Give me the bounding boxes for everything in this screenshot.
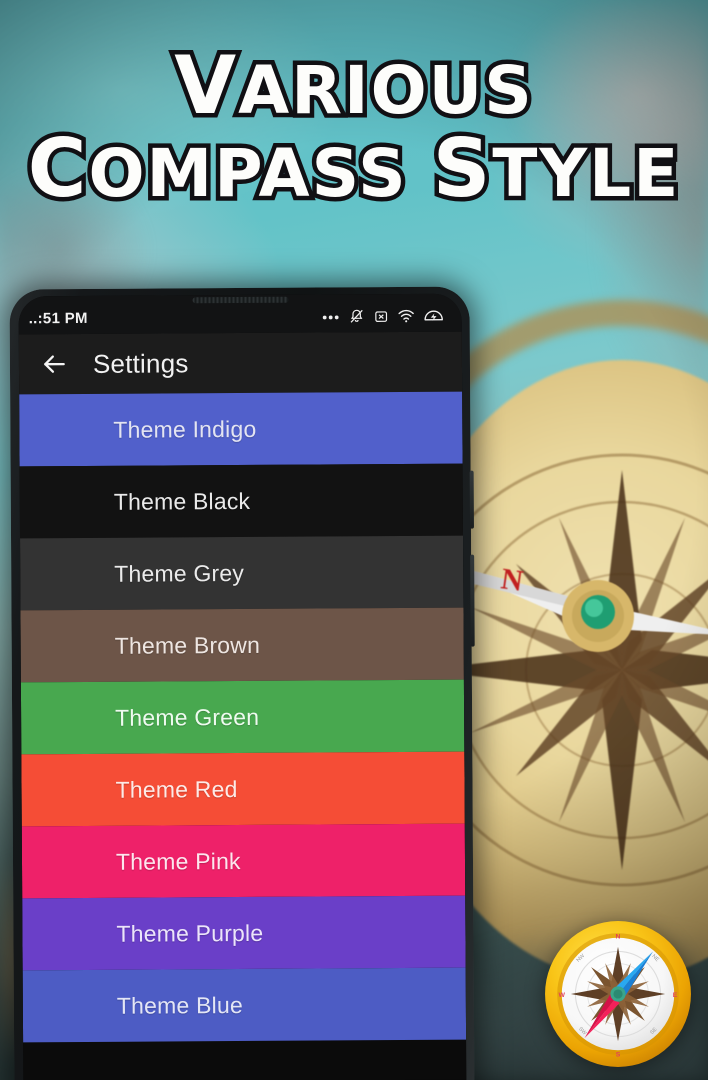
status-bar-icons — [322, 308, 444, 325]
theme-list-item[interactable]: Theme Pink — [21, 823, 466, 899]
theme-list-item-label: Theme Green — [115, 703, 260, 731]
theme-list-item[interactable]: Theme Green — [20, 679, 465, 755]
svg-text:W: W — [559, 992, 566, 999]
theme-list-item-label: Theme Grey — [114, 559, 245, 587]
compass-app-icon[interactable]: N E S W NE SE SW NW — [542, 918, 694, 1070]
wifi-icon — [398, 309, 414, 323]
more-dots-icon — [322, 315, 339, 320]
theme-list-item-label: Theme Pink — [115, 847, 241, 875]
headline-line-1: VARIOUS — [170, 39, 537, 132]
theme-list-item-label: Theme Red — [115, 775, 238, 803]
theme-list-item[interactable]: Theme Grey — [20, 535, 464, 611]
theme-list-item[interactable]: Theme Indigo — [19, 391, 463, 467]
theme-list-tail — [23, 1039, 467, 1080]
battery-icon — [424, 310, 443, 321]
theme-list-item[interactable]: Theme Purple — [22, 895, 466, 971]
app-bar: Settings — [18, 331, 463, 395]
svg-text:N: N — [616, 934, 621, 941]
theme-list-item[interactable]: Theme Black — [19, 463, 464, 539]
power-button[interactable] — [469, 470, 474, 529]
phone-mockup: ..:51 PM Settings Theme Indigo Theme Bla… — [9, 286, 475, 1080]
earpiece-speaker — [192, 296, 289, 304]
theme-list-item[interactable]: Theme Red — [21, 751, 465, 827]
theme-list-item[interactable]: Theme Blue — [22, 967, 467, 1043]
theme-list-item-label: Theme Brown — [114, 631, 261, 659]
theme-list-item-label: Theme Indigo — [113, 415, 257, 443]
theme-list-item-label: Theme Blue — [116, 991, 243, 1019]
theme-list-item-label: Theme Black — [113, 487, 251, 515]
volume-button[interactable] — [470, 554, 475, 647]
svg-text:S: S — [616, 1051, 621, 1058]
promo-headline: VARIOUS COMPASS STYLE — [0, 39, 708, 215]
svg-text:E: E — [673, 992, 678, 999]
page-title: Settings — [92, 347, 189, 379]
theme-list[interactable]: Theme Indigo Theme Black Theme Grey Theme B… — [19, 391, 467, 1043]
theme-list-item[interactable]: Theme Brown — [20, 607, 464, 683]
back-arrow-icon[interactable] — [41, 351, 67, 377]
no-sim-icon — [375, 310, 388, 322]
bell-muted-icon — [350, 309, 363, 323]
theme-list-item-label: Theme Purple — [116, 919, 264, 947]
phone-screen: ..:51 PM Settings Theme Indigo Theme Bla… — [18, 293, 467, 1080]
headline-line-2: COMPASS STYLE — [23, 121, 683, 215]
status-bar-clock: ..:51 PM — [28, 309, 88, 327]
